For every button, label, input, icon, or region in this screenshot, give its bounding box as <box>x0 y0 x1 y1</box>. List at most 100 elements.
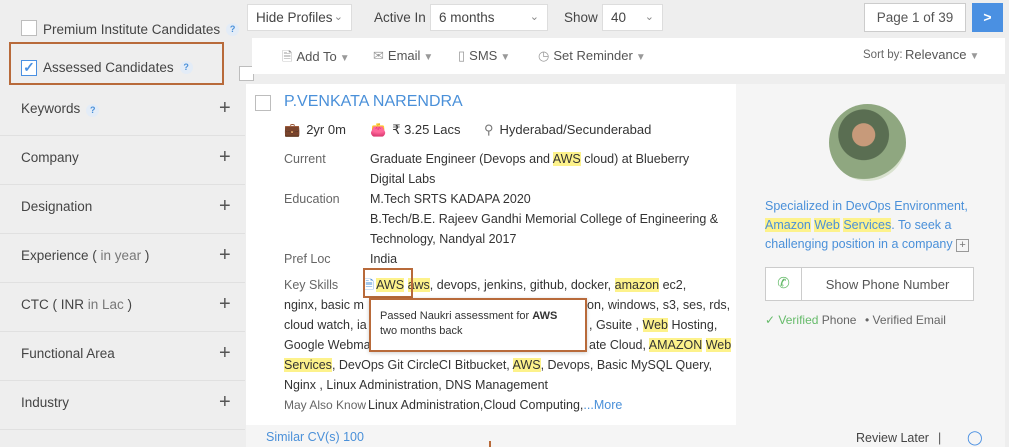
skills-line: on, windows, s3, ses, rds, <box>587 295 730 315</box>
experience-value: 2yr 0m <box>306 122 346 137</box>
similar-cvs-link[interactable]: Similar CV(s) 100 <box>266 430 364 444</box>
premium-label: Premium Institute Candidates <box>43 21 221 37</box>
mobile-icon: ▯ <box>458 48 466 63</box>
keyword-highlight: Services <box>284 358 332 372</box>
premium-row: Premium Institute Candidates ? <box>43 18 240 40</box>
plus-icon[interactable]: + <box>219 391 231 414</box>
salary-value: ₹ 3.25 Lacs <box>392 122 461 137</box>
plus-icon[interactable]: + <box>219 146 231 169</box>
active-in-label: Active In <box>374 10 426 25</box>
skills-text: , DevOps Git CircleCI Bitbucket, <box>331 358 513 372</box>
keyword-highlight: AMAZON <box>648 338 703 352</box>
keyword-highlight: AWS <box>552 152 581 166</box>
hide-profiles-label: Hide Profiles <box>256 10 333 25</box>
filter-keywords[interactable]: Keywords? + <box>0 87 245 136</box>
filter-label-end: ) <box>144 248 150 263</box>
filter-label: Industry <box>21 395 70 410</box>
review-later-button[interactable]: Review Later <box>856 431 929 445</box>
current-label: Current <box>284 152 326 166</box>
skills-line: cloud watch, ia <box>284 315 367 335</box>
sms-label: SMS <box>469 48 498 63</box>
keyword-highlight: Web <box>642 318 668 332</box>
keyword-highlight: Web <box>705 338 732 352</box>
plus-icon[interactable]: + <box>219 342 231 365</box>
show-label: Show <box>564 10 598 25</box>
filter-designation[interactable]: Designation + <box>0 185 245 234</box>
skills-text: ec2, <box>659 278 687 292</box>
add-to-label: Add To <box>296 49 337 64</box>
verified-email: • Verified Email <box>865 313 946 327</box>
skills-text: ate Cloud, <box>589 338 649 352</box>
filter-label: Keywords <box>21 101 81 116</box>
experience-meta: 💼 2yr 0m <box>284 122 346 138</box>
sort-by-label: Sort by: <box>863 49 903 61</box>
skills-text: Google Webma <box>284 338 371 352</box>
active-in-value: 6 months <box>439 10 495 25</box>
education-label: Education <box>284 192 340 206</box>
chat-bubble-icon[interactable]: ◯ <box>967 429 983 446</box>
briefcase-icon: 💼 <box>284 122 301 137</box>
sort-by-dropdown[interactable]: Relevance ▼ <box>905 47 979 62</box>
key-skills-label: Key Skills <box>284 278 339 292</box>
current-text: Graduate Engineer (Devops and <box>370 152 553 166</box>
page-indicator: Page 1 of 39 <box>864 3 966 32</box>
show-phone-button[interactable]: ✆ Show Phone Number <box>765 267 974 301</box>
pref-loc-value: India <box>370 252 398 266</box>
candidate-name[interactable]: P.VENKATA NARENDRA <box>284 93 463 111</box>
active-in-dropdown[interactable]: 6 months ⌄ <box>430 4 548 31</box>
set-reminder-label: Set Reminder <box>553 48 633 63</box>
verified-text: Verified Email <box>872 313 946 327</box>
plus-icon[interactable]: + <box>219 97 231 120</box>
chevron-down-icon: ⌄ <box>333 11 343 23</box>
add-to-button[interactable]: 🗎 Add To ▼ <box>282 48 350 70</box>
filter-functional-area[interactable]: Functional Area + <box>0 332 245 381</box>
alarm-clock-icon: ◷ <box>538 48 550 63</box>
current-text: Digital Labs <box>370 172 436 186</box>
pref-loc-label: Pref Loc <box>284 252 331 266</box>
plus-icon[interactable]: + <box>219 293 231 316</box>
skills-line: , Gsuite , Web Hosting, <box>589 315 717 335</box>
next-page-button[interactable]: > <box>972 3 1003 32</box>
tooltip-skill: AWS <box>532 310 558 322</box>
candidate-summary: Specialized in DevOps Environment, Amazo… <box>765 197 975 254</box>
location-value: Hyderabad/Secunderabad <box>499 122 652 137</box>
help-icon[interactable]: ? <box>86 104 100 117</box>
help-icon[interactable]: ? <box>226 22 240 36</box>
show-count-dropdown[interactable]: 40 ⌄ <box>602 4 663 31</box>
sms-button[interactable]: ▯ SMS ▼ <box>458 48 510 64</box>
filter-label: Designation <box>21 199 93 214</box>
filter-unit: in year <box>96 248 145 263</box>
filter-label: Experience ( <box>21 248 97 263</box>
chevron-down-icon: ⌄ <box>644 11 654 23</box>
expand-plus-icon[interactable]: + <box>956 239 970 252</box>
sort-by-value: Relevance <box>905 47 967 62</box>
filter-label: Company <box>21 150 79 165</box>
plus-icon[interactable]: + <box>219 244 231 267</box>
show-phone-label: Show Phone Number <box>825 277 950 292</box>
plus-icon[interactable]: + <box>219 195 231 218</box>
more-link[interactable]: ...More <box>583 398 622 412</box>
filter-sidebar: Premium Institute Candidates ? ✓ Assesse… <box>0 0 245 447</box>
email-button[interactable]: ✉ Email ▼ <box>373 48 433 64</box>
location-pin-icon: ⚲ <box>484 122 494 137</box>
email-label: Email <box>387 48 421 63</box>
skills-text: , Gsuite , <box>589 318 643 332</box>
may-also-know-value: Linux Administration,Cloud Computing,...… <box>368 395 622 415</box>
hide-profiles-dropdown[interactable]: Hide Profiles ⌄ <box>247 4 352 31</box>
phone-icon: ✆ <box>766 268 802 300</box>
filter-ctc[interactable]: CTC ( INR in Lac ) + <box>0 283 245 332</box>
chevron-down-icon: ▼ <box>500 52 511 63</box>
summary-text: Specialized in DevOps Environment, <box>765 199 968 213</box>
callout-marker <box>489 441 491 447</box>
assessment-tooltip: Passed Naukri assessment for AWS two mont… <box>369 298 587 352</box>
premium-checkbox[interactable] <box>21 20 37 36</box>
set-reminder-button[interactable]: ◷ Set Reminder ▼ <box>538 48 646 64</box>
keyword-highlight: amazon <box>614 278 660 292</box>
candidate-checkbox[interactable] <box>255 95 271 111</box>
skills-text: , devops, jenkins, github, docker, <box>429 278 615 292</box>
filter-industry[interactable]: Industry + <box>0 381 245 430</box>
skills-line: Nginx , Linux Administration, DNS Manage… <box>284 378 549 392</box>
current-text: cloud) at Blueberry <box>580 152 690 166</box>
filter-experience[interactable]: Experience ( in year ) + <box>0 234 245 283</box>
filter-company[interactable]: Company + <box>0 136 245 185</box>
